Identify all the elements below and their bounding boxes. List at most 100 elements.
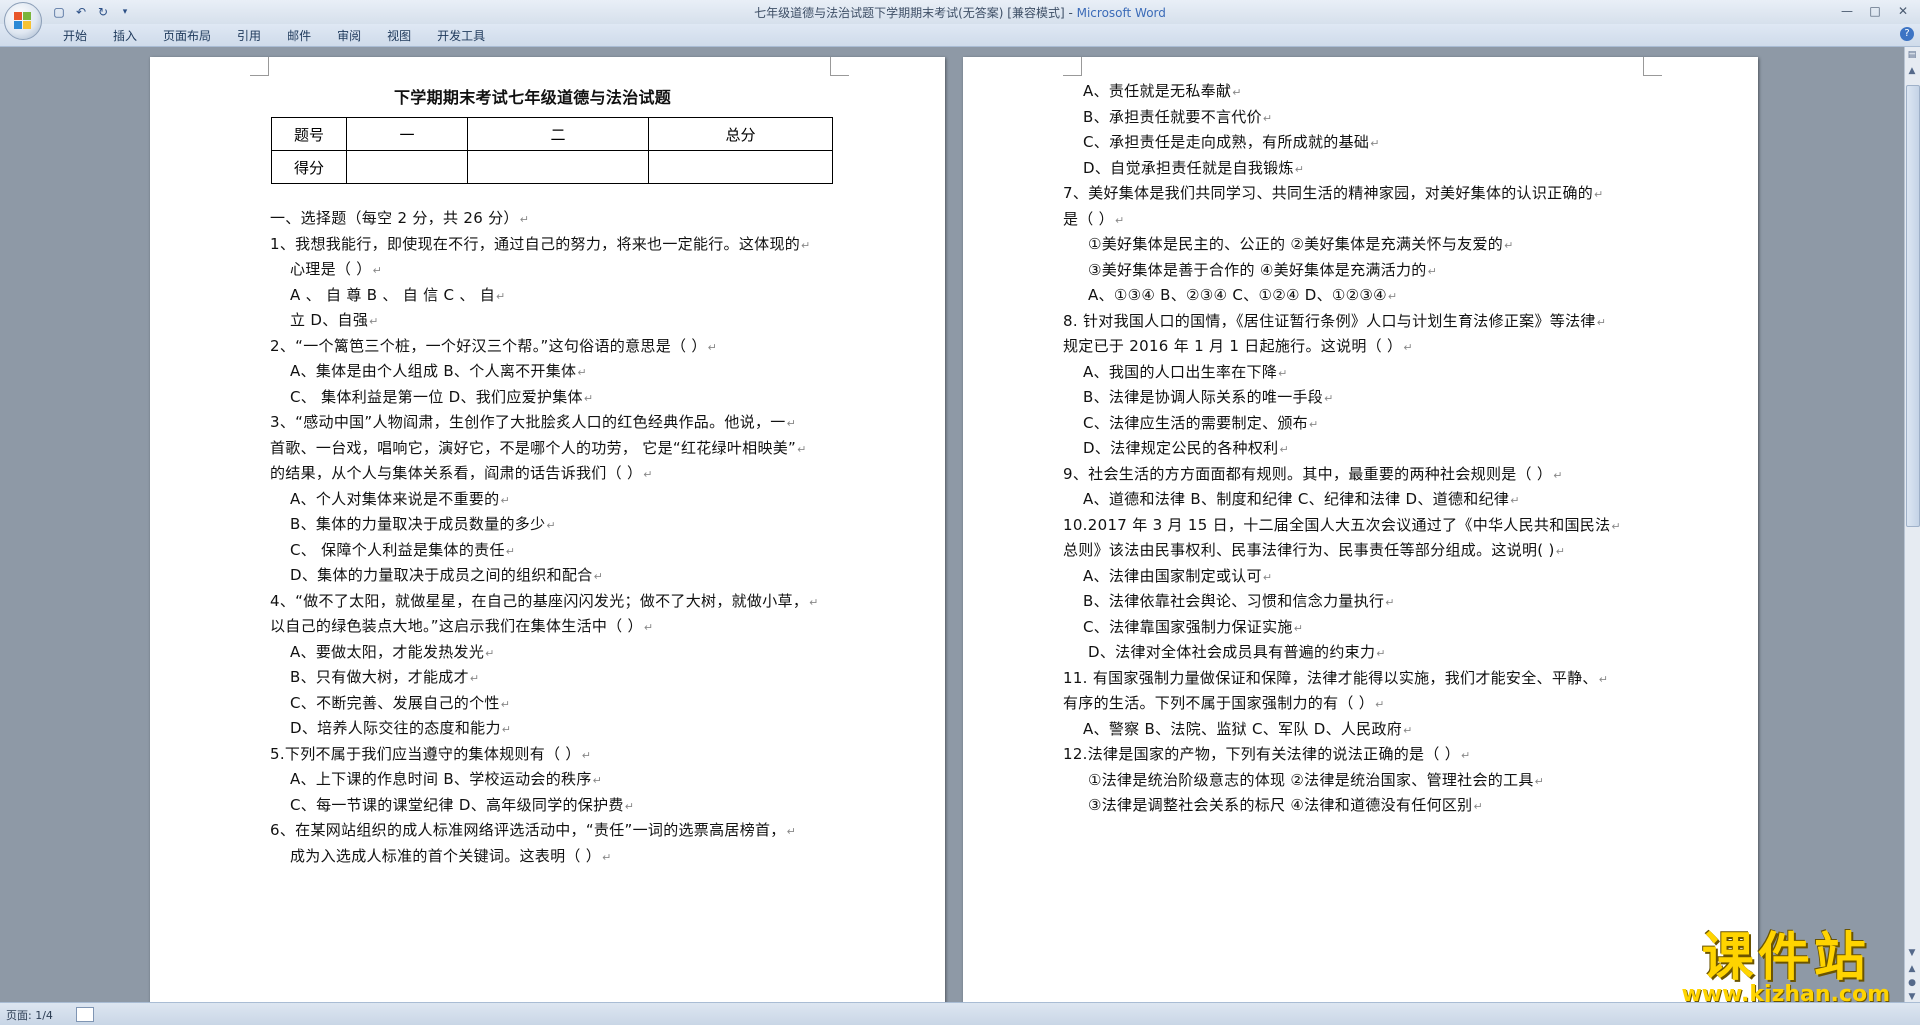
paragraph-mark-icon: ↵ xyxy=(501,723,512,736)
text-line: A、个人对集体来说是不重要的↵ xyxy=(290,489,510,508)
scroll-down-icon[interactable]: ▼ xyxy=(1906,947,1918,959)
tab-home[interactable]: 开始 xyxy=(50,27,100,45)
text-line: A、法律由国家制定或认可↵ xyxy=(1083,566,1273,585)
text-line: D、培养人际交往的态度和能力↵ xyxy=(290,719,512,737)
paragraph-mark-icon: ↵ xyxy=(1308,417,1319,431)
status-bar: 页面: 1/4 xyxy=(0,1002,1920,1025)
paragraph-mark-icon: ↵ xyxy=(1553,468,1563,482)
document-page-1[interactable]: 下学期期末考试七年级道德与法治试题 题号 一 二 总分 得分 一、选择题（每空 … xyxy=(150,57,945,1003)
document-area: 下学期期末考试七年级道德与法治试题 题号 一 二 总分 得分 一、选择题（每空 … xyxy=(0,47,1905,1003)
select-browse-object-icon[interactable]: ● xyxy=(1906,977,1918,989)
tab-insert[interactable]: 插入 xyxy=(100,27,150,45)
paragraph-mark-icon: ↵ xyxy=(1504,239,1514,252)
paragraph-mark-icon: ↵ xyxy=(505,544,516,558)
paragraph-mark-icon: ↵ xyxy=(1611,519,1621,533)
paragraph-mark-icon: ↵ xyxy=(1294,162,1305,176)
text-line: 以自己的绿色装点大地。”这启示我们在集体生活中（ ）↵ xyxy=(270,617,654,635)
text-line: 11. 有国家强制力量做保证和保障，法律才能得以实施，我们才能安全、平静、↵ xyxy=(1063,668,1609,687)
text-line: A、责任就是无私奉献↵ xyxy=(1083,82,1242,100)
text-line: C、法律靠国家强制力保证实施↵ xyxy=(1083,617,1304,636)
table-cell: 得分 xyxy=(271,150,347,184)
window-controls: — □ ✕ xyxy=(1834,2,1916,20)
close-icon[interactable]: ✕ xyxy=(1890,2,1916,20)
paragraph-mark-icon: ↵ xyxy=(643,468,653,481)
text-line: 4、“做不了太阳，就做星星，在自己的基座闪闪发光；做不了大树，就做小草，↵ xyxy=(270,591,819,610)
text-line: A、道德和法律 B、制度和纪律 C、纪律和法律 D、道德和纪律↵ xyxy=(1083,490,1520,508)
paragraph-mark-icon: ↵ xyxy=(624,799,635,813)
paragraph-mark-icon: ↵ xyxy=(577,366,587,379)
text-line: 心理是（ ）↵ xyxy=(290,260,383,278)
text-line: 5.下列不属于我们应当遵守的集体规则有（ ）↵ xyxy=(270,744,592,763)
paragraph-mark-icon: ↵ xyxy=(372,264,383,277)
paragraph-mark-icon: ↵ xyxy=(1427,264,1438,278)
vertical-scrollbar[interactable]: ▤ ▲ ▼ ▲ ● ▼ xyxy=(1904,47,1920,1003)
text-line: C、 集体利益是第一位 D、我们应爱护集体↵ xyxy=(290,387,594,406)
watermark-logo: 课件站 www.kjzhan.com xyxy=(1681,930,1890,1007)
minimize-icon[interactable]: — xyxy=(1834,2,1860,20)
paragraph-mark-icon: ↵ xyxy=(1262,111,1273,125)
proofing-icon[interactable] xyxy=(76,1007,94,1022)
text-line: D、集体的力量取决于成员之间的组织和配合↵ xyxy=(290,566,604,584)
paragraph-mark-icon: ↵ xyxy=(1370,137,1380,150)
paragraph-mark-icon: ↵ xyxy=(519,213,530,226)
text-line: A、上下课的作息时间 B、学校运动会的秩序↵ xyxy=(290,770,603,788)
text-line: 成为入选成人标准的首个关键词。这表明（ ）↵ xyxy=(290,846,612,865)
paragraph-mark-icon: ↵ xyxy=(809,595,819,609)
paragraph-mark-icon: ↵ xyxy=(500,493,510,507)
table-cell: 题号 xyxy=(271,117,347,151)
tab-mailings[interactable]: 邮件 xyxy=(274,27,324,45)
text-line: 首歌、一台戏，唱响它，演好它，不是哪个人的功劳， 它是“红花绿叶相映美”↵ xyxy=(270,438,807,457)
table-row: 得分 xyxy=(271,150,833,184)
tab-view[interactable]: 视图 xyxy=(374,27,424,45)
paragraph-mark-icon: ↵ xyxy=(1534,774,1545,788)
paragraph-mark-icon: ↵ xyxy=(546,519,556,532)
table-cell xyxy=(467,150,649,184)
text-line: ③法律是调整社会关系的标尺 ④法律和道德没有任何区别↵ xyxy=(1088,796,1483,814)
help-icon[interactable]: ? xyxy=(1900,27,1914,41)
text-line: B、法律依靠社会舆论、习惯和信念力量执行↵ xyxy=(1083,592,1395,610)
tab-page-layout[interactable]: 页面布局 xyxy=(150,27,224,45)
page-indicator[interactable]: 页面: 1/4 xyxy=(6,1007,53,1023)
crop-mark xyxy=(830,57,849,76)
document-page-2[interactable]: A、责任就是无私奉献↵ B、承担责任就要不言代价↵ C、承担责任是走向成熟，有所成就… xyxy=(963,57,1758,1003)
crop-mark xyxy=(1643,57,1662,76)
office-button[interactable] xyxy=(4,2,42,40)
paragraph-mark-icon: ↵ xyxy=(797,442,807,456)
paragraph-mark-icon: ↵ xyxy=(593,570,604,583)
text-line: B、法律是协调人际关系的唯一手段↵ xyxy=(1083,388,1334,406)
paragraph-mark-icon: ↵ xyxy=(1473,800,1483,813)
text-line: 一、选择题（每空 2 分，共 26 分）↵ xyxy=(270,209,530,227)
table-cell: 二 xyxy=(467,117,649,151)
text-line: A、①③④ B、②③④ C、①②④ D、①②③④↵ xyxy=(1088,286,1398,304)
tab-references[interactable]: 引用 xyxy=(224,27,274,45)
text-line: A 、 自 尊 B 、 自 信 C 、 自↵ xyxy=(290,285,506,304)
maximize-icon[interactable]: □ xyxy=(1862,2,1888,20)
paragraph-mark-icon: ↵ xyxy=(485,646,495,660)
text-line: 1、我想我能行，即使现在不行，通过自己的努力，将来也一定能行。这体现的↵ xyxy=(270,234,811,253)
paragraph-mark-icon: ↵ xyxy=(1403,341,1413,354)
score-table: 题号 一 二 总分 得分 xyxy=(271,117,833,184)
text-line: B、集体的力量取决于成员数量的多少↵ xyxy=(290,515,556,533)
app-name: Microsoft Word xyxy=(1076,6,1166,20)
text-line: 9、社会生活的方方面面都有规则。其中，最重要的两种社会规则是（ ）↵ xyxy=(1063,464,1563,483)
text-line: 3、“感动中国”人物阎肃，生创作了大批脍炙人口的红色经典作品。他说，一↵ xyxy=(270,413,797,431)
scroll-up-icon[interactable]: ▲ xyxy=(1906,65,1918,77)
text-line: 7、美好集体是我们共同学习、共同生活的精神家园，对美好集体的认识正确的↵ xyxy=(1063,184,1604,202)
text-line: C、 保障个人利益是集体的责任↵ xyxy=(290,540,516,559)
previous-page-icon[interactable]: ▲ xyxy=(1906,963,1918,975)
paragraph-mark-icon: ↵ xyxy=(1555,545,1566,558)
text-line: C、法律应生活的需要制定、颁布↵ xyxy=(1083,413,1319,432)
paragraph-mark-icon: ↵ xyxy=(1232,86,1242,99)
ruler-toggle-icon[interactable]: ▤ xyxy=(1906,49,1918,61)
text-line: ①法律是统治阶级意志的体现 ②法律是统治国家、管理社会的工具↵ xyxy=(1088,770,1545,789)
tab-review[interactable]: 审阅 xyxy=(324,27,374,45)
table-cell: 一 xyxy=(346,117,468,151)
tab-developer[interactable]: 开发工具 xyxy=(424,27,498,45)
ribbon-tabs: 开始 插入 页面布局 引用 邮件 审阅 视图 开发工具 xyxy=(50,27,498,45)
paragraph-mark-icon: ↵ xyxy=(1324,392,1334,405)
paragraph-mark-icon: ↵ xyxy=(1385,596,1395,609)
scrollbar-thumb[interactable] xyxy=(1906,85,1920,527)
paragraph-mark-icon: ↵ xyxy=(1594,188,1604,201)
text-line: 10.2017 年 3 月 15 日，十二届全国人大五次会议通过了《中华人民共和… xyxy=(1063,515,1621,534)
text-line: 的结果，从个人与集体关系看，阎肃的话告诉我们（ ）↵ xyxy=(270,464,653,482)
